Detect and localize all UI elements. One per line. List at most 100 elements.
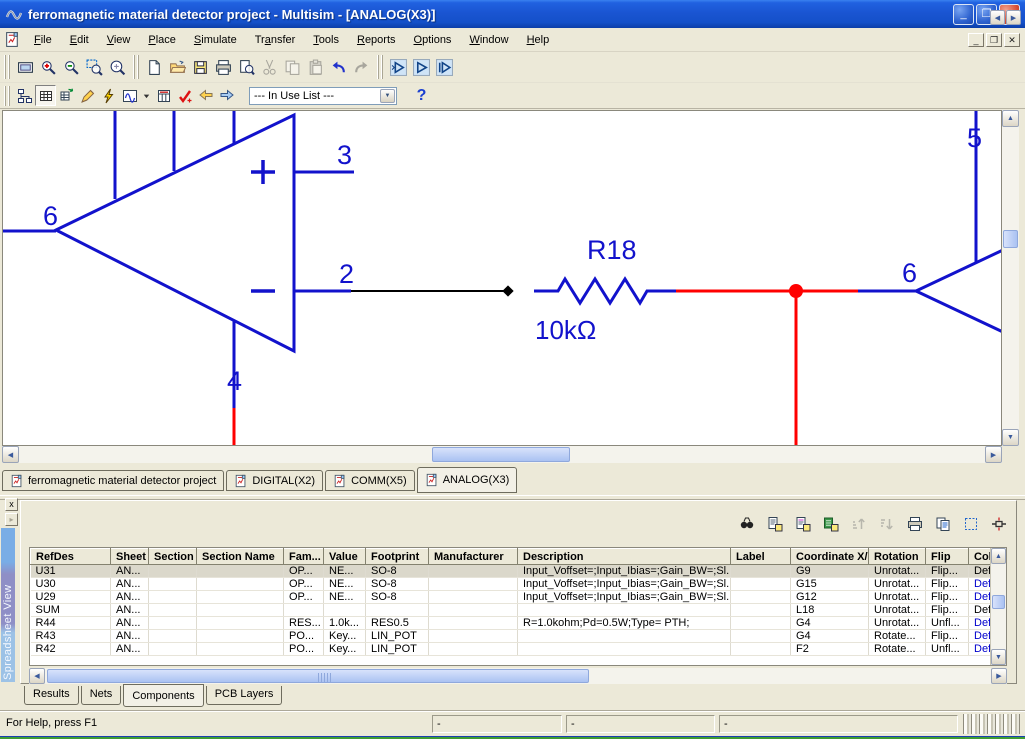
menu-transfer[interactable]: Transfer	[246, 30, 305, 50]
net-label-6-right[interactable]: 6	[902, 258, 917, 288]
table-cell[interactable]: AN...	[111, 643, 149, 656]
table-cell[interactable]	[518, 643, 731, 656]
table-cell[interactable]	[284, 604, 324, 617]
toolbar-handle-icon[interactable]	[4, 55, 11, 79]
design-toolbox-button[interactable]	[14, 85, 35, 106]
column-header-value[interactable]: Value	[324, 549, 366, 565]
scroll-up-icon[interactable]: ▲	[1002, 110, 1019, 127]
table-cell[interactable]: F2	[791, 643, 869, 656]
net-label-4[interactable]: 4	[227, 366, 242, 396]
table-cell[interactable]: PO...	[284, 643, 324, 656]
table-cell[interactable]	[429, 578, 518, 591]
table-cell[interactable]	[197, 565, 284, 578]
table-cell[interactable]: OP...	[284, 565, 324, 578]
net-label-2[interactable]: 2	[339, 259, 354, 289]
sheet-tab-analog-x3-[interactable]: ANALOG(X3)	[417, 467, 518, 493]
table-cell[interactable]: Def..	[969, 591, 993, 604]
menu-place[interactable]: Place	[139, 30, 185, 50]
export-excel-button[interactable]	[820, 513, 842, 535]
table-cell[interactable]: LIN_POT	[366, 643, 429, 656]
table-cell[interactable]: Unrotat...	[869, 565, 926, 578]
undo-button[interactable]	[327, 56, 350, 79]
design-view-capture-button[interactable]	[387, 56, 410, 79]
help-button[interactable]: ?	[411, 85, 432, 106]
net-label-3[interactable]: 3	[337, 140, 352, 170]
table-cell[interactable]: AN...	[111, 565, 149, 578]
table-cell[interactable]: G4	[791, 617, 869, 630]
erc-check-button[interactable]	[174, 85, 195, 106]
table-scroll-up-icon[interactable]: ▲	[991, 548, 1006, 564]
table-cell[interactable]: SO-8	[366, 578, 429, 591]
spreadsheet-tab-pcb-layers[interactable]: PCB Layers	[206, 686, 283, 705]
print-sheet-button[interactable]	[904, 513, 926, 535]
open-file-button[interactable]	[166, 56, 189, 79]
vscroll-thumb[interactable]	[1003, 230, 1018, 248]
table-cell[interactable]: Key...	[324, 643, 366, 656]
column-header-rotation[interactable]: Rotation	[869, 549, 926, 565]
table-cell[interactable]: Def...	[969, 630, 993, 643]
table-cell[interactable]: Input_Voffset=;Input_Ibias=;Gain_BW=;Sl.…	[518, 578, 731, 591]
spreadsheet-tab-nets[interactable]: Nets	[81, 686, 122, 705]
table-cell[interactable]: Unfl...	[926, 643, 969, 656]
table-cell[interactable]	[197, 578, 284, 591]
table-cell[interactable]	[149, 578, 197, 591]
table-cell[interactable]: RES...	[284, 617, 324, 630]
column-header-manufacturer[interactable]: Manufacturer	[429, 549, 518, 565]
menu-tools[interactable]: Tools	[304, 30, 348, 50]
table-cell[interactable]: R42	[31, 643, 111, 656]
scroll-left-icon[interactable]: ◀	[2, 446, 19, 463]
opamp-symbol-left[interactable]	[3, 111, 354, 408]
menu-view[interactable]: View	[98, 30, 140, 50]
table-cell[interactable]	[429, 617, 518, 630]
table-cell[interactable]	[731, 604, 791, 617]
table-cell[interactable]: G12	[791, 591, 869, 604]
mdi-minimize-button[interactable]: _	[968, 33, 984, 47]
table-cell[interactable]: Unrotat...	[869, 578, 926, 591]
combobox-dropdown-icon[interactable]: ▼	[380, 89, 395, 103]
select-region-button[interactable]	[960, 513, 982, 535]
table-cell[interactable]: AN...	[111, 617, 149, 630]
sheet-tab-comm-x5-[interactable]: COMM(X5)	[325, 470, 415, 491]
table-scroll-right-icon[interactable]: ▶	[991, 668, 1007, 684]
table-cell[interactable]: Flip...	[926, 578, 969, 591]
table-cell[interactable]: Def..	[969, 565, 993, 578]
tab-scroll-right-icon[interactable]: ▶	[1006, 10, 1021, 25]
table-row-u29[interactable]: U29AN...OP...NE...SO-8Input_Voffset=;Inp…	[31, 591, 993, 604]
column-header-sheet[interactable]: Sheet	[111, 549, 149, 565]
table-cell[interactable]	[324, 604, 366, 617]
column-header-description[interactable]: Description	[518, 549, 731, 565]
table-vertical-scrollbar[interactable]: ▲ ▼	[990, 548, 1006, 665]
opamp-symbol-right[interactable]	[916, 111, 1001, 332]
menu-file[interactable]: File	[25, 30, 61, 50]
toolbar-handle-icon[interactable]	[4, 86, 11, 106]
table-cell[interactable]: Def...	[969, 617, 993, 630]
table-cell[interactable]	[731, 591, 791, 604]
simulate-lightning-button[interactable]	[98, 85, 119, 106]
table-cell[interactable]: Input_Voffset=;Input_Ibias=;Gain_BW=;Sl.…	[518, 565, 731, 578]
table-cell[interactable]: G4	[791, 630, 869, 643]
table-cell[interactable]	[429, 565, 518, 578]
table-cell[interactable]: Rotate...	[869, 643, 926, 656]
table-row-sum[interactable]: SUMAN...L18Unrotat...Flip...Def...	[31, 604, 993, 617]
sheet-tab-digital-x2-[interactable]: DIGITAL(X2)	[226, 470, 323, 491]
column-header-colo[interactable]: Colo...	[969, 549, 993, 565]
table-cell[interactable]: LIN_POT	[366, 630, 429, 643]
table-cell[interactable]: Key...	[324, 630, 366, 643]
new-file-button[interactable]	[143, 56, 166, 79]
copy-rows-button[interactable]	[932, 513, 954, 535]
table-cell[interactable]	[429, 643, 518, 656]
table-cell[interactable]	[518, 604, 731, 617]
column-header-fam[interactable]: Fam...	[284, 549, 324, 565]
zoom-out-button[interactable]	[60, 56, 83, 79]
table-cell[interactable]: NE...	[324, 591, 366, 604]
table-cell[interactable]	[149, 604, 197, 617]
column-header-section[interactable]: Section	[149, 549, 197, 565]
table-vscroll-thumb[interactable]	[992, 595, 1005, 609]
back-annotate-button[interactable]	[195, 85, 216, 106]
database-manager-button[interactable]	[56, 85, 77, 106]
menu-help[interactable]: Help	[518, 30, 559, 50]
scroll-right-icon[interactable]: ▶	[985, 446, 1002, 463]
menu-options[interactable]: Options	[405, 30, 461, 50]
table-cell[interactable]: Unrotat...	[869, 604, 926, 617]
postprocessor-button[interactable]	[153, 85, 174, 106]
